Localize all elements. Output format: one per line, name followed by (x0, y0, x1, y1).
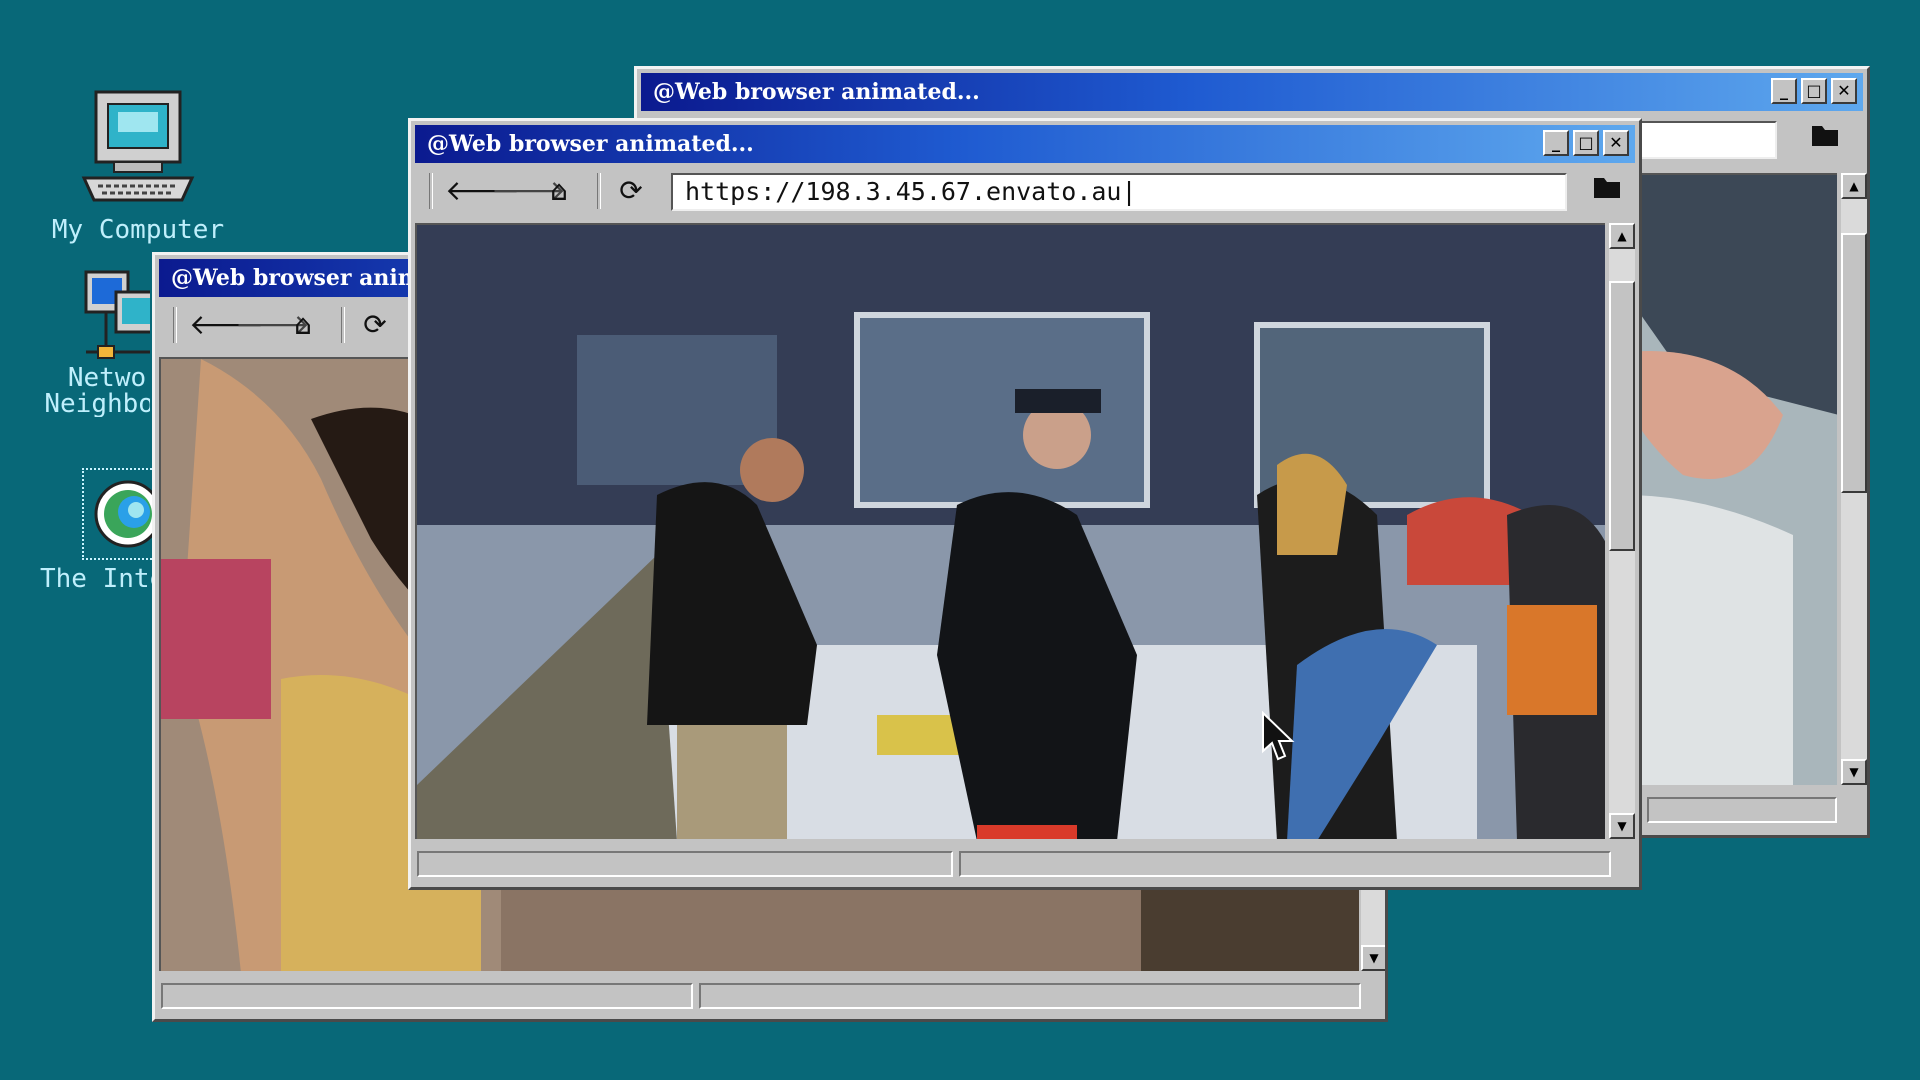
status-bar-right (1647, 797, 1837, 823)
home-button[interactable]: ⌂ (539, 173, 579, 209)
refresh-icon: ⟳ (619, 174, 643, 207)
status-bar-left (161, 983, 693, 1009)
maximize-button[interactable]: □ (1573, 130, 1599, 156)
my-computer-icon (81, 90, 195, 202)
home-button[interactable]: ⌂ (283, 307, 323, 343)
window-title: @Web browser anim (171, 265, 422, 291)
network-neighborhood-icon (84, 270, 150, 359)
scroll-down-button[interactable]: ▼ (1841, 759, 1867, 785)
refresh-button[interactable]: ⟳ (355, 307, 395, 343)
forward-button[interactable]: 🡒 (235, 307, 310, 343)
folder-button[interactable] (1587, 173, 1627, 209)
scroll-down-button[interactable]: ▼ (1609, 813, 1635, 839)
minimize-button[interactable]: _ (1771, 78, 1797, 104)
status-bar-left (417, 851, 953, 877)
desktop-icon-label: The Inte (40, 564, 152, 592)
page-video-frame (417, 225, 1605, 839)
back-button[interactable]: 🡐 (445, 173, 520, 209)
address-bar[interactable]: https://198.3.45.67.envato.au| (671, 173, 1567, 211)
mouse-cursor-icon (1262, 711, 1295, 761)
back-button[interactable]: 🡐 (189, 307, 264, 343)
vertical-scrollbar[interactable]: ▲ ▼ (1609, 223, 1635, 839)
forward-button[interactable]: 🡒 (491, 173, 566, 209)
desktop-icon-label: My Computer (51, 215, 225, 245)
internet-icon (94, 480, 152, 548)
desktop-icon-my-computer[interactable]: My Computer (38, 88, 238, 243)
title-bar[interactable]: @Web browser animated... _ □ ✕ (641, 73, 1863, 111)
home-icon: ⌂ (294, 308, 312, 341)
refresh-button[interactable]: ⟳ (611, 173, 651, 209)
browser-window-front[interactable]: @Web browser animated... _ □ ✕ 🡐 🡒 ⌂ ⟳ h… (408, 118, 1642, 890)
folder-button[interactable] (1805, 121, 1845, 157)
minimize-button[interactable]: _ (1543, 130, 1569, 156)
maximize-button[interactable]: □ (1801, 78, 1827, 104)
content-viewport (415, 223, 1605, 839)
scroll-thumb[interactable] (1609, 281, 1635, 551)
scroll-up-button[interactable]: ▲ (1609, 223, 1635, 249)
desktop-icon-label: Netwo Neighbou (44, 363, 150, 417)
home-icon: ⌂ (550, 174, 568, 207)
icon-selection-box (82, 468, 152, 560)
folder-icon (1594, 178, 1620, 198)
desktop-icon-network[interactable]: Netwo Neighbou (22, 268, 150, 417)
refresh-icon: ⟳ (363, 308, 387, 341)
status-bar-right (959, 851, 1611, 877)
desktop-icon-internet[interactable]: The Inte (40, 468, 152, 592)
scroll-down-button[interactable]: ▼ (1361, 945, 1385, 971)
close-button[interactable]: ✕ (1831, 78, 1857, 104)
status-bar-right (699, 983, 1361, 1009)
scroll-thumb[interactable] (1841, 233, 1867, 493)
window-title: @Web browser animated... (427, 131, 754, 157)
window-title: @Web browser animated... (653, 79, 980, 105)
close-button[interactable]: ✕ (1603, 130, 1629, 156)
toolbar: 🡐 🡒 ⌂ ⟳ https://198.3.45.67.envato.au| (415, 167, 1635, 215)
folder-icon (1812, 126, 1838, 146)
title-bar[interactable]: @Web browser animated... _ □ ✕ (415, 125, 1635, 163)
scroll-up-button[interactable]: ▲ (1841, 173, 1867, 199)
vertical-scrollbar[interactable]: ▲ ▼ (1841, 173, 1867, 785)
